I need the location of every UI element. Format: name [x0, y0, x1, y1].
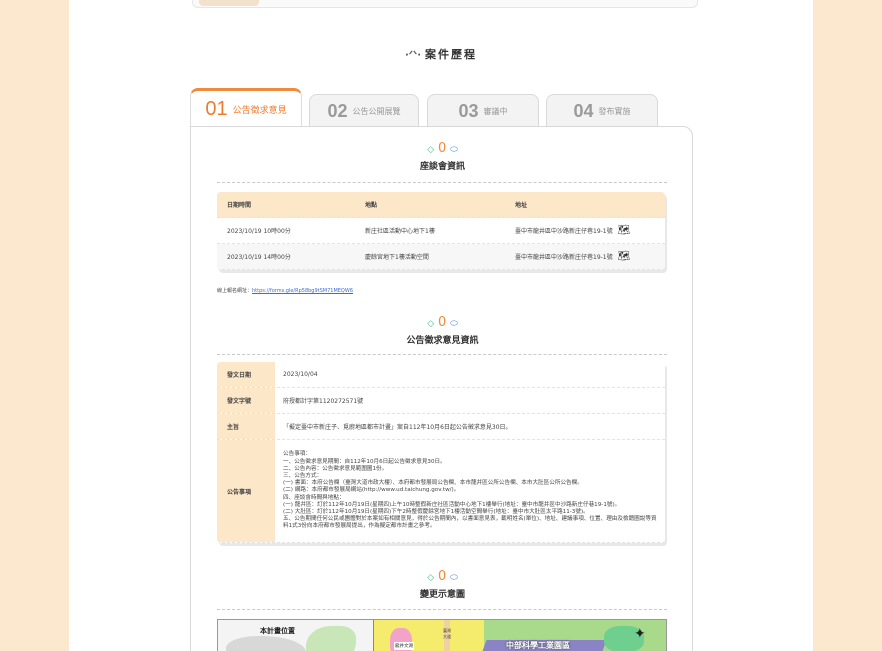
table-row: 2023/10/19 10時00分 新庄社區活動中心地下1樓 臺中市龍井區中沙路…	[217, 218, 665, 244]
header-address: 地址	[515, 202, 528, 209]
previous-tab-stub	[199, 0, 259, 6]
section-title: ·ᐟᐠ· 案件歷程	[0, 46, 882, 62]
decoration-icon: ◇ 0 ⬭	[427, 569, 458, 584]
value-cell: 2023/10/04	[275, 362, 665, 387]
header-place: 地點	[365, 202, 378, 209]
change-map-heading: ◇ 0 ⬭ 變更示意圖	[191, 567, 694, 600]
value-cell: 「擬定臺中市新庄子、覓廚地區都市計畫」案自112年10月6日起公告徵求意見30日…	[275, 414, 665, 439]
header-datetime: 日期時間	[227, 202, 252, 209]
change-map-title: 變更示意圖	[419, 590, 465, 600]
table-row: 公告事項 公告事項： 一、公告徵求意見期間：自112年10月6日起公告徵求意見3…	[217, 440, 665, 543]
map-shape	[226, 636, 306, 651]
value-cell: 府授都計字第1120272571號	[275, 388, 665, 413]
signup-link[interactable]: https://forms.gle/Rp58bg9tSM71MEQW6	[252, 288, 353, 294]
previous-section-strip	[192, 0, 698, 8]
address-text: 臺中市龍井區中沙路新庄仔巷19-1號	[515, 228, 613, 235]
tab-label: 審議中	[483, 107, 508, 116]
tab-number: 04	[573, 101, 594, 121]
tab-label: 發布實施	[598, 107, 631, 116]
location-label: 本計畫位置	[260, 627, 295, 635]
park-label: 中部科學工業園區	[506, 641, 570, 650]
cell-datetime: 2023/10/19 14時00分	[227, 254, 291, 261]
tab-under-review[interactable]: 03 審議中	[427, 94, 539, 128]
change-map-image[interactable]: 本計畫位置 龍井文湖 臺灣大道 中部科學工業園區 ✦	[217, 619, 667, 651]
cell-address: 臺中市龍井區中沙路新庄仔巷19-1號 🗺	[515, 225, 665, 236]
tab-panel: ◇ 0 ⬭ 座談會資訊 日期時間 地點 地址 2023/10/19 10時00分…	[190, 126, 693, 651]
tab-number: 02	[327, 101, 348, 121]
map-icon[interactable]: 🗺	[618, 251, 631, 262]
map-middle: 龍井文湖 臺灣大道	[374, 620, 484, 651]
key-cell: 公告事項	[217, 440, 275, 542]
key-cell: 發文日期	[217, 362, 275, 387]
notice-title: 公告徵求意見資訊	[406, 336, 479, 346]
tab-public-exhibition[interactable]: 02 公告公開展覽	[309, 94, 419, 128]
road-label: 臺灣大道	[443, 628, 451, 639]
table-row: 2023/10/19 14時00分 慶餘宮地下1樓活動空間 臺中市龍井區中沙路新…	[217, 244, 665, 270]
compass-icon: ✦	[634, 626, 646, 642]
signup-line: 線上報名網址：https://forms.gle/Rp58bg9tSM71MEQ…	[217, 287, 353, 294]
signup-label: 線上報名網址：	[217, 288, 253, 294]
notice-table: 發文日期 2023/10/04 發文字號 府授都計字第1120272571號 主…	[217, 362, 665, 543]
sparkle-icon: ·ᐟᐠ·	[404, 50, 422, 61]
address-text: 臺中市龍井區中沙路新庄仔巷19-1號	[515, 254, 613, 261]
key-cell: 發文字號	[217, 388, 275, 413]
tab-published[interactable]: 04 發布實施	[546, 94, 658, 128]
tab-number: 01	[205, 98, 228, 120]
case-progress-tabs: 01 公告徵求意見 02 公告公開展覽 03 審議中 04 發布實施	[190, 88, 694, 128]
forum-table: 日期時間 地點 地址 2023/10/19 10時00分 新庄社區活動中心地下1…	[217, 192, 665, 270]
decoration-icon: ◇ 0 ⬭	[427, 315, 458, 330]
tab-label: 公告公開展覽	[352, 107, 401, 116]
key-cell: 主旨	[217, 414, 275, 439]
tab-label: 公告徵求意見	[232, 106, 287, 116]
cell-place: 慶餘宮地下1樓活動空間	[365, 254, 429, 261]
location-inset: 本計畫位置	[218, 620, 374, 651]
table-row: 發文日期 2023/10/04	[217, 362, 665, 388]
cell-address: 臺中市龍井區中沙路新庄仔巷19-1號 🗺	[515, 251, 665, 262]
school-label: 龍井文湖	[394, 642, 414, 650]
map-shape	[306, 626, 356, 651]
cell-place: 新庄社區活動中心地下1樓	[365, 228, 435, 235]
section-title-text: 案件歷程	[425, 48, 478, 61]
tab-announce-opinion[interactable]: 01 公告徵求意見	[190, 88, 302, 128]
forum-heading: ◇ 0 ⬭ 座談會資訊	[191, 139, 694, 172]
value-cell: 公告事項： 一、公告徵求意見期間：自112年10月6日起公告徵求意見30日。 二…	[275, 440, 665, 542]
cell-datetime: 2023/10/19 10時00分	[227, 228, 291, 235]
divider	[217, 182, 667, 183]
notice-heading: ◇ 0 ⬭ 公告徵求意見資訊	[191, 313, 694, 346]
tab-number: 03	[458, 101, 479, 121]
forum-title: 座談會資訊	[419, 162, 465, 172]
table-row: 發文字號 府授都計字第1120272571號	[217, 388, 665, 414]
decoration-icon: ◇ 0 ⬭	[427, 141, 458, 156]
divider	[217, 609, 667, 610]
table-row: 主旨 「擬定臺中市新庄子、覓廚地區都市計畫」案自112年10月6日起公告徵求意見…	[217, 414, 665, 440]
table-header: 日期時間 地點 地址	[217, 192, 665, 218]
divider	[217, 354, 667, 355]
map-right: 中部科學工業園區 ✦	[481, 620, 666, 651]
notice-content: 公告事項： 一、公告徵求意見期間：自112年10月6日起公告徵求意見30日。 二…	[283, 451, 657, 530]
map-icon[interactable]: 🗺	[618, 225, 631, 236]
